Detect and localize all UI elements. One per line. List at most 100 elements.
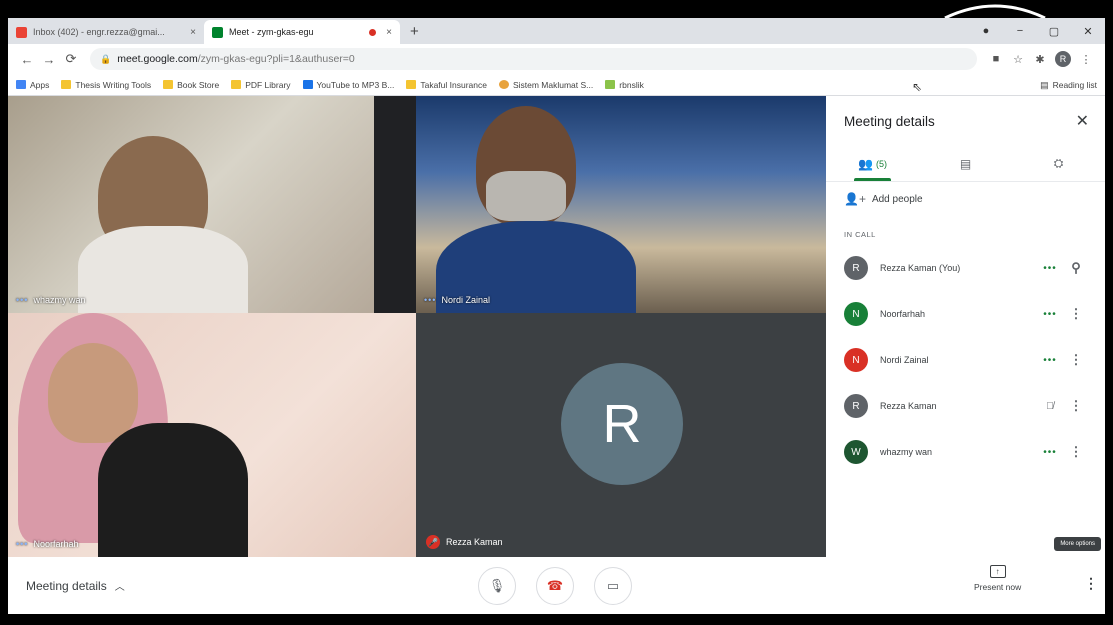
participant-name: Rezza Kaman (You)	[880, 263, 961, 273]
bookmark-folder[interactable]: Book Store	[163, 80, 219, 90]
bookmark-label: Apps	[30, 79, 50, 90]
bookmark-site[interactable]: YouTube to MP3 B...	[302, 80, 394, 90]
meeting-details-button[interactable]: Meeting details ︿	[26, 557, 125, 614]
participant-row[interactable]: N Nordi Zainal ••• ⋮	[826, 337, 1105, 383]
more-options-icon[interactable]: ⋮	[1084, 575, 1098, 592]
participant-video	[48, 343, 138, 443]
video-tile[interactable]: ••• whazmy wan	[8, 96, 374, 313]
tab-close-icon[interactable]: ×	[386, 27, 392, 38]
camera-button[interactable]: ▭	[594, 567, 632, 605]
reload-icon[interactable]: ⟳	[60, 51, 82, 67]
participant-name: Noorfarhah	[880, 309, 926, 319]
bookmark-label: PDF Library	[245, 79, 291, 90]
bookmarks-bar: Apps Thesis Writing Tools Book Store PDF…	[8, 74, 1105, 96]
speaking-indicator-icon: •••	[1043, 446, 1057, 458]
tab-activities[interactable]: ⛭	[1012, 146, 1105, 181]
call-controls: 🎙 ☎ ▭	[478, 567, 652, 605]
avatar: R	[844, 394, 868, 418]
avatar: W	[844, 440, 868, 464]
video-tile[interactable]: ••• Nordi Zainal	[416, 96, 826, 313]
more-options-icon[interactable]: ⋮	[1063, 444, 1089, 460]
people-count: (5)	[875, 158, 887, 169]
back-arrow-icon[interactable]: ←	[16, 52, 38, 67]
tab-close-icon[interactable]: ×	[190, 27, 196, 38]
microphone-button[interactable]: 🎙	[478, 567, 516, 605]
participant-row[interactable]: R Rezza Kaman 🎙̸ ⋮	[826, 383, 1105, 429]
lock-icon: 🔒	[100, 53, 112, 64]
bookmark-site[interactable]: rbnslik	[605, 80, 644, 90]
url-path: /zym-gkas-egu?pli=1&authuser=0	[197, 53, 355, 65]
reading-list-icon: ▤	[1040, 79, 1049, 90]
camera-icon[interactable]: ■	[985, 53, 1007, 65]
present-now-label: Present now	[974, 582, 1022, 592]
site-favicon-icon	[605, 80, 616, 89]
chat-icon: ▤	[959, 156, 972, 171]
participant-name: Rezza Kaman	[880, 401, 937, 411]
participant-name: Nordi Zainal	[880, 355, 929, 365]
meet-icon	[212, 26, 223, 38]
bookmark-site[interactable]: Sistem Maklumat S...	[498, 79, 594, 90]
video-tile[interactable]: ••• Noorfarhah	[8, 313, 416, 557]
site-favicon-icon	[498, 80, 509, 89]
recording-icon	[369, 28, 377, 36]
gmail-icon	[16, 26, 27, 38]
close-icon[interactable]: ✕	[1076, 111, 1089, 131]
avatar: N	[844, 348, 868, 372]
mic-off-icon: 🎙̸	[1046, 400, 1054, 412]
tab-meet[interactable]: Meet - zym-gkas-egu ×	[204, 20, 400, 44]
close-window-button[interactable]: ✕	[1071, 25, 1105, 38]
tab-chat[interactable]: ▤	[919, 146, 1012, 181]
people-icon: 👥	[858, 156, 873, 171]
maximize-button[interactable]: ▢	[1037, 25, 1071, 38]
present-now-button[interactable]: ↑ Present now	[974, 565, 1021, 592]
video-stage: ••• whazmy wan ••• Nordi Zainal ••• Noor…	[8, 96, 826, 557]
avatar: N	[844, 302, 868, 326]
more-options-icon[interactable]: ⋮	[1063, 306, 1089, 322]
participant-video	[98, 423, 248, 557]
in-call-heading: IN CALL	[844, 230, 876, 239]
participant-row[interactable]: W whazmy wan ••• ⋮	[826, 429, 1105, 475]
add-people-label: Add people	[871, 193, 923, 205]
tile-name-label: ••• Nordi Zainal	[424, 295, 490, 305]
star-icon[interactable]: ☆	[1007, 53, 1029, 66]
video-tile[interactable]: R 🎤 Rezza Kaman	[416, 313, 826, 557]
participant-video	[78, 226, 248, 313]
participant-row[interactable]: N Noorfarhah ••• ⋮	[826, 291, 1105, 337]
tab-people[interactable]: 👥 (5)	[826, 146, 919, 181]
bookmark-label: Sistem Maklumat S...	[512, 79, 594, 90]
bookmark-apps[interactable]: Apps	[16, 80, 49, 90]
more-options-icon[interactable]: ⋮	[1063, 352, 1089, 368]
tab-title: Meet - zym-gkas-egu	[229, 27, 314, 37]
minimize-button[interactable]: −	[1003, 25, 1037, 37]
end-call-button[interactable]: ☎	[536, 567, 574, 605]
chevron-up-icon: ︿	[114, 582, 125, 593]
meeting-details-panel: Meeting details ✕ 👥 (5) ▤ ⛭ 👤+ Add peopl…	[826, 96, 1105, 557]
tile-name: Noorfarhah	[33, 539, 79, 549]
participant-row[interactable]: R Rezza Kaman (You) ••• ⚲	[826, 245, 1105, 291]
tab-title: Inbox (402) - engr.rezza@gmai...	[33, 27, 165, 37]
bookmark-folder[interactable]: Thesis Writing Tools	[61, 80, 151, 90]
new-tab-button[interactable]: +	[400, 20, 429, 44]
bookmark-folder[interactable]: PDF Library	[231, 79, 291, 90]
tile-name-label: ••• Noorfarhah	[16, 539, 78, 549]
profile-dot-icon[interactable]: ●	[969, 25, 1003, 37]
window-controls: ● − ▢ ✕	[969, 18, 1105, 44]
kebab-menu-icon[interactable]: ⋮	[1075, 53, 1097, 66]
reading-list-button[interactable]: ▤ Reading list	[1040, 74, 1097, 96]
tab-gmail[interactable]: Inbox (402) - engr.rezza@gmai... ×	[8, 20, 204, 44]
bookmark-folder[interactable]: Takaful Insurance	[406, 80, 487, 90]
speaking-indicator-icon: •••	[1043, 262, 1057, 274]
pin-icon[interactable]: ⚲	[1063, 260, 1089, 276]
bookmark-label: Book Store	[177, 79, 220, 90]
profile-avatar[interactable]: R	[1055, 51, 1071, 67]
tile-name: whazmy wan	[33, 295, 86, 305]
add-people-button[interactable]: 👤+ Add people	[826, 182, 1105, 216]
extensions-icon[interactable]: ✱	[1029, 53, 1051, 66]
url-input[interactable]: 🔒 meet.google.com /zym-gkas-egu?pli=1&au…	[90, 48, 977, 70]
folder-icon	[231, 80, 242, 89]
folder-icon	[163, 80, 174, 89]
tile-name-label: 🎤 Rezza Kaman	[426, 535, 503, 549]
bookmark-label: rbnslik	[619, 79, 644, 90]
forward-arrow-icon[interactable]: →	[38, 52, 60, 67]
more-options-icon[interactable]: ⋮	[1063, 398, 1089, 414]
